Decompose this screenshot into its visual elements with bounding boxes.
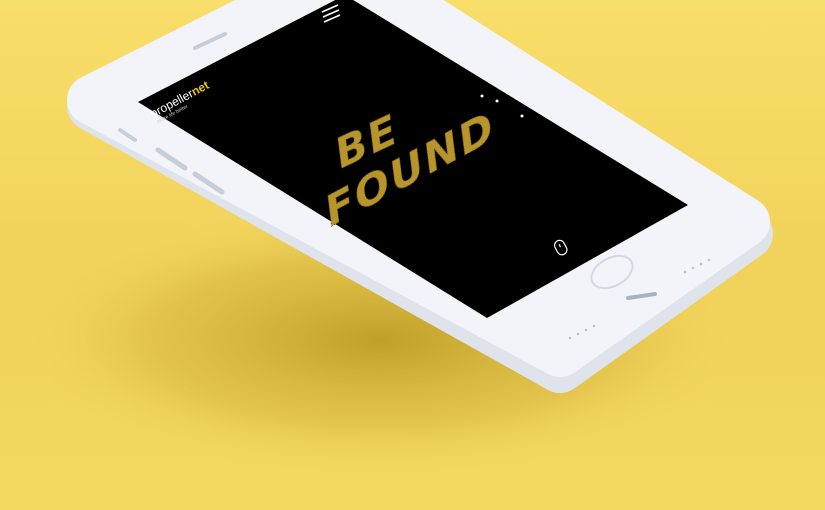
- phone-mockup-scene: propellernet make life better BE FOUND: [0, 0, 825, 510]
- pager-dot[interactable]: [480, 94, 484, 98]
- pager-dot[interactable]: [520, 114, 524, 118]
- pager-dot[interactable]: [495, 99, 499, 103]
